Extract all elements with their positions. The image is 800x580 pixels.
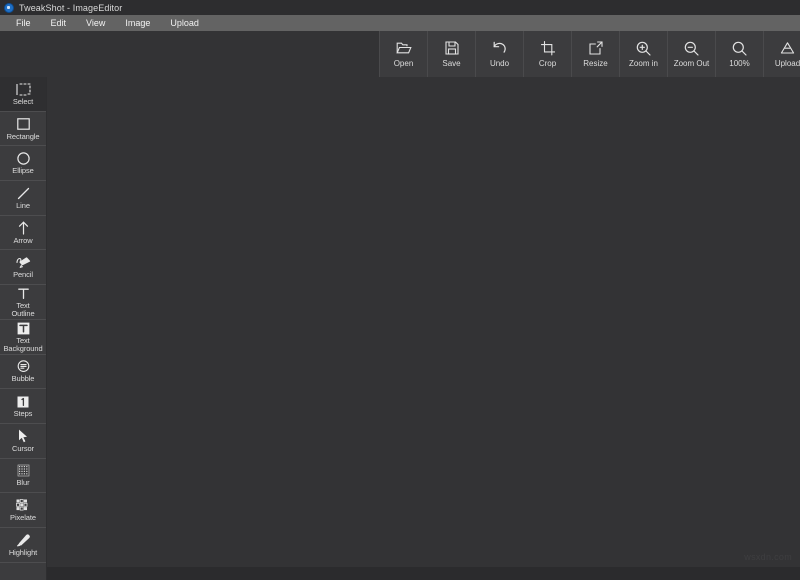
magnifier-minus-icon [684,40,699,56]
sidebar-item-bubble[interactable]: Bubble [0,354,46,390]
zoom-reset-button[interactable]: 100% [716,31,764,77]
upload-button[interactable]: Upload [764,31,800,77]
sidebar-item-pixelate[interactable]: Pixelate [0,493,46,528]
sidebar-item-blur[interactable]: Blur [0,458,46,494]
resize-button-label: Resize [583,59,608,68]
resize-button[interactable]: Resize [572,31,620,77]
upload-drive-icon [780,40,795,56]
sidebar-item-select[interactable]: Select [0,77,46,112]
pencil-icon [15,255,31,270]
crop-icon [540,40,555,56]
sidebar-item-arrow[interactable]: Arrow [0,215,46,251]
ellipse-icon [16,151,30,166]
speech-bubble-icon [17,359,30,374]
undo-arrow-icon [492,40,507,56]
upload-button-label: Upload [774,59,800,68]
zoom-out-button[interactable]: Zoom Out [668,31,716,77]
sidebar-item-pixelate-label: Pixelate [10,513,36,523]
zoom-in-button-label: Zoom in [629,59,658,68]
sidebar-item-rectangle-label: Rectangle [6,131,40,141]
image-canvas[interactable]: wsxdn.com [47,77,800,567]
undo-button-label: Undo [489,59,510,68]
zoom-in-button[interactable]: Zoom in [620,31,668,77]
highlighter-pen-icon [16,533,30,548]
menu-item-view[interactable]: View [76,15,115,31]
sidebar-item-text-background-label: Text Background [3,335,43,353]
sidebar-item-select-label: Select [12,96,34,106]
sidebar-item-steps-label: Steps [13,409,33,419]
sidebar-item-blur-label: Blur [16,478,30,488]
image-editor-window: TweakShot - ImageEditor File Edit View I… [0,0,800,580]
magnifier-icon [732,40,747,56]
resize-icon [588,40,603,56]
window-title: TweakShot - ImageEditor [19,2,123,13]
selection-marquee-icon [15,82,31,97]
crop-button-label: Crop [538,59,557,68]
arrow-up-icon [17,221,30,236]
sidebar-item-text-background[interactable]: Text Background [0,319,46,355]
pixelate-icon [16,498,30,513]
sidebar-item-pencil-label: Pencil [13,270,33,280]
tools-sidebar: Select Rectangle Ellipse Line Arrow Penc… [0,77,47,580]
text-outline-icon [17,286,30,301]
save-button-label: Save [442,59,461,68]
magnifier-plus-icon [636,40,651,56]
open-button[interactable]: Open [379,31,428,77]
folder-open-icon [395,40,412,56]
menu-item-file[interactable]: File [6,15,41,31]
workspace: wsxdn.com Open Save Undo Crop Resize Zoo… [0,31,800,580]
undo-button[interactable]: Undo [476,31,524,77]
rectangle-icon [16,117,30,132]
title-bar: TweakShot - ImageEditor [0,0,800,15]
sidebar-item-highlight-label: Highlight [8,547,38,557]
open-button-label: Open [393,59,414,68]
sidebar-item-line[interactable]: Line [0,181,46,216]
mouse-cursor-icon [18,429,29,444]
save-button[interactable]: Save [428,31,476,77]
sidebar-item-cursor-label: Cursor [12,443,34,453]
menu-item-upload[interactable]: Upload [160,15,209,31]
sidebar-item-ellipse-label: Ellipse [12,166,34,176]
zoom-reset-button-label: 100% [729,59,750,68]
main-toolbar: Open Save Undo Crop Resize Zoom in Zoom … [379,31,800,77]
menu-item-edit[interactable]: Edit [41,15,77,31]
sidebar-item-text-outline[interactable]: Text Outline [0,285,46,320]
line-icon [17,186,30,201]
sidebar-item-steps[interactable]: Steps [0,389,46,424]
crop-button[interactable]: Crop [524,31,572,77]
sidebar-item-text-outline-label: Text Outline [11,300,35,318]
sidebar-item-line-label: Line [16,200,30,210]
sidebar-item-arrow-label: Arrow [13,235,33,245]
watermark-text: wsxdn.com [744,552,792,562]
sidebar-item-highlight[interactable]: Highlight [0,527,46,563]
sidebar-item-ellipse[interactable]: Ellipse [0,146,46,182]
menu-bar: File Edit View Image Upload [0,15,800,31]
menu-item-image[interactable]: Image [115,15,160,31]
app-circle-icon [4,2,14,13]
toolbar-strip: Open Save Undo Crop Resize Zoom in Zoom … [0,31,800,77]
sidebar-item-cursor[interactable]: Cursor [0,423,46,459]
steps-number-icon [17,394,29,409]
sidebar-item-pencil[interactable]: Pencil [0,250,46,286]
zoom-out-button-label: Zoom Out [673,59,710,68]
floppy-disk-icon [444,40,459,56]
text-background-icon [17,321,30,336]
sidebar-item-bubble-label: Bubble [11,374,35,384]
blur-icon [17,463,30,478]
sidebar-item-rectangle[interactable]: Rectangle [0,111,46,147]
